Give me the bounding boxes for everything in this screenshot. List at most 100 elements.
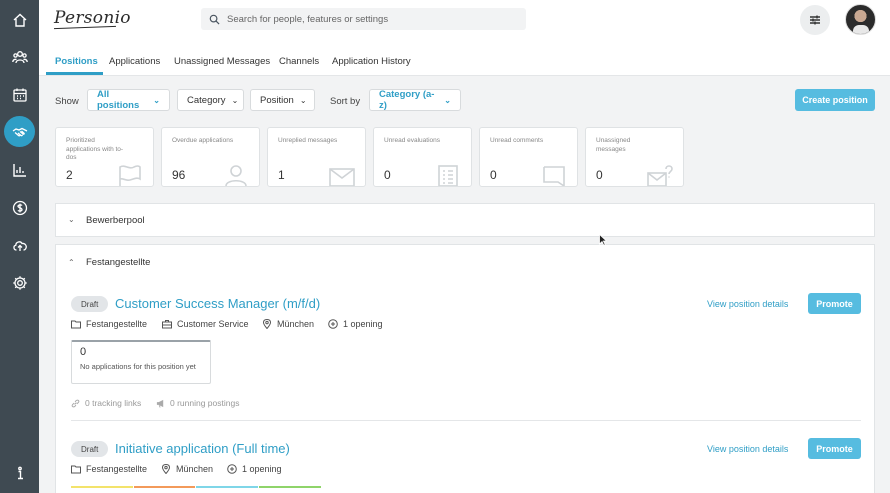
applications-empty-text: No applications for this position yet (80, 362, 196, 371)
applications-summary[interactable]: 0 No applications for this position yet (71, 340, 211, 384)
location-label: München (277, 319, 315, 329)
section-bewerberpool[interactable]: ⌄ Bewerberpool (55, 203, 875, 237)
stage-bar-1 (71, 486, 133, 488)
employment-type: Festangestellte (71, 464, 147, 474)
stat-card-evaluations[interactable]: Unread evaluations 0 (373, 127, 472, 187)
openings: 1 opening (227, 464, 282, 474)
position-title[interactable]: Initiative application (Full time) (115, 441, 290, 456)
tab-application-history[interactable]: Application History (332, 56, 411, 67)
toggle-settings-button[interactable] (800, 5, 830, 35)
position-title[interactable]: Customer Success Manager (m/f/d) (115, 296, 320, 311)
applications-count: 0 (80, 346, 87, 358)
cloud-upload-icon[interactable] (7, 232, 32, 257)
stat-label: Unassigned messages (596, 137, 631, 153)
category-label: Category (187, 94, 226, 106)
megaphone-icon (156, 399, 164, 408)
sort-value: Category (a-z) (379, 89, 435, 111)
chevron-down-icon: ⌄ (299, 95, 307, 105)
stat-label: Overdue applications (172, 137, 234, 144)
tracking-links[interactable]: 0 tracking links (71, 398, 141, 408)
tab-positions[interactable]: Positions (55, 56, 98, 67)
search-bar[interactable] (201, 8, 526, 30)
stage-bar-2 (134, 486, 195, 488)
stat-card-overdue[interactable]: Overdue applications 96 (161, 127, 260, 187)
map-pin-icon (262, 319, 272, 329)
openings-label: 1 opening (242, 464, 282, 474)
stat-value: 1 (278, 168, 285, 182)
chevron-up-icon[interactable]: ⌃ (68, 258, 75, 267)
plus-circle-icon (227, 464, 237, 474)
tab-applications[interactable]: Applications (109, 56, 160, 67)
employment-label: Festangestellte (86, 319, 148, 329)
info-icon[interactable] (7, 460, 32, 485)
show-label: Show (55, 96, 79, 107)
stat-label: Prioritized applications with to-dos (66, 137, 124, 161)
location: München (161, 464, 213, 474)
view-position-details-link[interactable]: View position details (707, 444, 788, 454)
tab-bar: Positions Applications Unassigned Messag… (39, 40, 890, 76)
promote-button[interactable]: Promote (808, 293, 861, 314)
stat-value: 96 (172, 168, 186, 182)
stat-value: 0 (596, 168, 603, 182)
position-dropdown[interactable]: Position ⌄ (250, 89, 315, 111)
gear-icon[interactable] (7, 270, 32, 295)
user-avatar[interactable] (845, 4, 876, 35)
tab-unassigned-messages[interactable]: Unassigned Messages (174, 56, 270, 67)
running-postings[interactable]: 0 running postings (156, 398, 239, 408)
location-label: München (176, 464, 214, 474)
section-title: Bewerberpool (86, 215, 145, 226)
active-tab-indicator (46, 72, 103, 75)
stage-bar-3 (196, 486, 258, 488)
calendar-icon[interactable] (7, 82, 32, 107)
search-icon (209, 14, 220, 25)
status-badge: Draft (71, 296, 109, 312)
home-icon[interactable] (7, 7, 32, 32)
mouse-cursor (599, 234, 607, 246)
people-icon[interactable] (7, 44, 32, 69)
promote-button[interactable]: Promote (808, 438, 861, 459)
handshake-icon[interactable] (4, 116, 35, 147)
clipboard-icon (438, 165, 458, 186)
chevron-down-icon: ⌄ (68, 215, 75, 224)
dollar-icon[interactable] (7, 195, 32, 220)
envelope-icon (329, 168, 355, 186)
divider (71, 420, 861, 421)
stat-card-prioritized[interactable]: Prioritized applications with to-dos 2 (55, 127, 154, 187)
create-position-button[interactable]: Create position (795, 89, 875, 111)
personio-logo[interactable]: Personio (54, 8, 131, 28)
sliders-icon (810, 15, 820, 25)
envelope-question-icon (647, 165, 673, 186)
running-postings-label: 0 running postings (170, 398, 240, 408)
tab-channels[interactable]: Channels (279, 56, 319, 67)
stat-card-unreplied[interactable]: Unreplied messages 1 (267, 127, 366, 187)
department: Customer Service (162, 319, 249, 329)
all-positions-label: All positions (97, 89, 140, 111)
view-position-details-link[interactable]: View position details (707, 299, 788, 309)
sort-dropdown[interactable]: Category (a-z) ⌄ (369, 89, 461, 111)
bar-chart-icon[interactable] (7, 157, 32, 182)
search-input[interactable] (227, 13, 517, 25)
category-dropdown[interactable]: Category ⌄ (177, 89, 244, 111)
stat-label: Unread comments (490, 137, 544, 144)
sort-by-label: Sort by (330, 96, 361, 107)
tracking-links-label: 0 tracking links (85, 398, 142, 408)
stat-value: 0 (490, 168, 497, 182)
section-title[interactable]: Festangestellte (86, 257, 150, 268)
flag-icon (119, 165, 141, 186)
status-badge: Draft (71, 441, 109, 457)
location: München (262, 319, 314, 329)
stage-bar-4 (259, 486, 321, 488)
stat-label: Unread evaluations (384, 137, 441, 144)
stat-card-comments[interactable]: Unread comments 0 (479, 127, 578, 187)
all-positions-dropdown[interactable]: All positions ⌄ (87, 89, 170, 111)
employment-type: Festangestellte (71, 319, 147, 329)
employment-label: Festangestellte (86, 464, 148, 474)
link-icon (71, 399, 80, 407)
briefcase-icon (162, 320, 172, 329)
section-festangestellte: ⌃ Festangestellte Draft Customer Success… (55, 244, 875, 493)
stat-card-unassigned[interactable]: Unassigned messages 0 (585, 127, 684, 187)
top-bar: Personio (39, 0, 890, 40)
comment-icon (543, 166, 565, 186)
position-label: Position (260, 94, 294, 106)
person-icon (225, 165, 247, 186)
